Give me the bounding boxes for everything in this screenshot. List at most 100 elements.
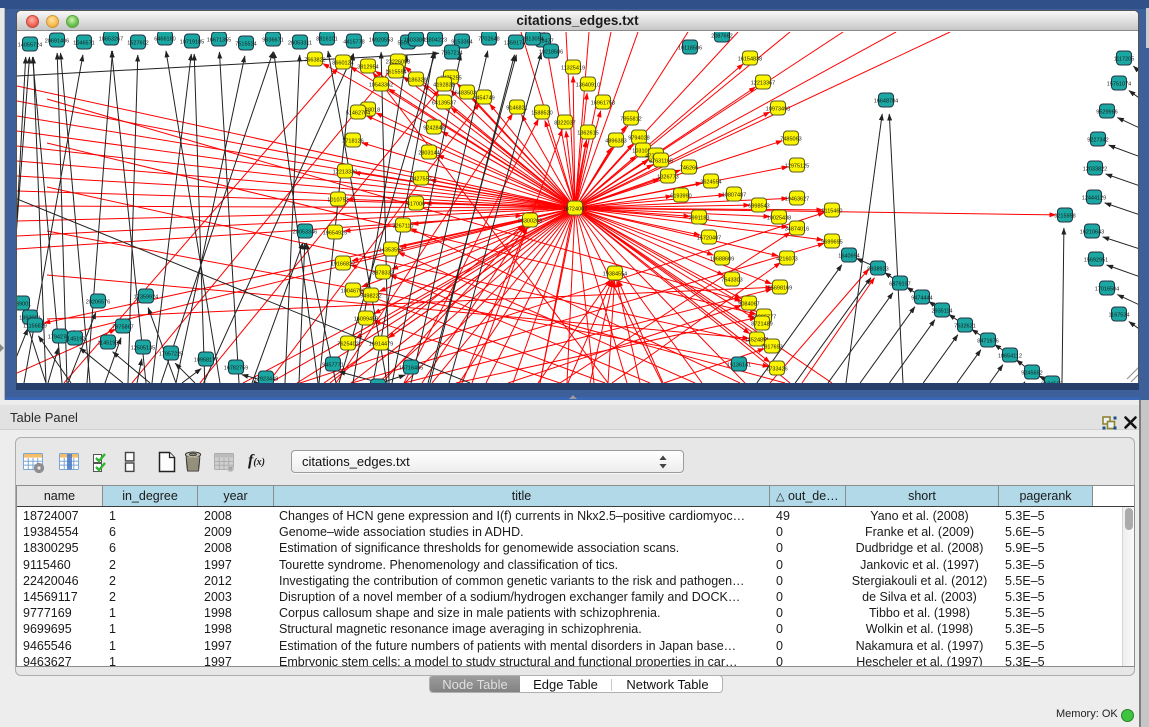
svg-text:64139537: 64139537	[432, 101, 456, 107]
svg-text:15751074: 15751074	[1107, 82, 1131, 88]
svg-text:9794028: 9794028	[628, 136, 649, 142]
svg-text:15716485: 15716485	[399, 366, 423, 372]
svg-text:1640954: 1640954	[838, 254, 859, 260]
svg-text:8454749: 8454749	[473, 96, 494, 102]
svg-text:12213367: 12213367	[751, 81, 775, 87]
svg-text:10543362: 10543362	[369, 83, 393, 89]
svg-text:7485063: 7485063	[780, 137, 801, 143]
svg-text:8471676: 8471676	[977, 339, 998, 345]
svg-text:15692951: 15692951	[1084, 258, 1108, 264]
svg-text:9227342: 9227342	[1087, 138, 1108, 144]
svg-text:23300203: 23300203	[518, 219, 542, 225]
svg-text:11156829: 11156829	[23, 324, 47, 330]
svg-text:3912954: 3912954	[357, 65, 378, 71]
svg-text:12975125: 12975125	[785, 164, 809, 170]
svg-text:51462704: 51462704	[346, 111, 370, 117]
svg-text:16154838: 16154838	[738, 57, 762, 63]
svg-text:8660124: 8660124	[332, 61, 353, 67]
svg-text:12923448: 12923448	[254, 377, 278, 383]
svg-text:7625402: 7625402	[337, 342, 358, 348]
svg-text:20053311: 20053311	[288, 41, 312, 47]
svg-text:10719185: 10719185	[180, 40, 204, 46]
svg-text:1527602: 1527602	[127, 41, 148, 47]
svg-text:16648784: 16648784	[874, 99, 898, 105]
svg-text:10973493: 10973493	[766, 107, 790, 113]
svg-text:16671355: 16671355	[207, 38, 231, 44]
svg-text:16033809: 16033809	[404, 38, 428, 44]
svg-text:12033822: 12033822	[1083, 167, 1107, 173]
svg-text:7917693: 7917693	[761, 345, 782, 351]
svg-text:20691406: 20691406	[45, 39, 69, 45]
svg-text:3267110: 3267110	[392, 224, 413, 230]
svg-text:55698169: 55698169	[768, 286, 792, 292]
svg-text:1046571: 1046571	[73, 41, 94, 47]
svg-text:8938923: 8938923	[867, 267, 888, 273]
svg-text:16210643: 16210643	[1080, 230, 1104, 236]
svg-text:6879197: 6879197	[889, 282, 910, 288]
svg-text:16961758: 16961758	[591, 101, 615, 107]
svg-text:1117205: 1117205	[1114, 57, 1135, 63]
svg-text:7991183: 7991183	[688, 216, 709, 222]
svg-text:15136141: 15136141	[727, 363, 751, 369]
svg-text:6193990: 6193990	[670, 194, 691, 200]
svg-text:9084067: 9084067	[738, 302, 759, 308]
svg-text:11325419: 11325419	[561, 66, 585, 72]
svg-text:16914479: 16914479	[369, 342, 393, 348]
svg-text:939001: 939001	[17, 302, 31, 308]
svg-text:12444129: 12444129	[1082, 196, 1106, 202]
svg-text:7515524: 7515524	[235, 42, 256, 48]
svg-text:16920553: 16920553	[369, 38, 393, 44]
svg-text:6998543: 6998543	[748, 204, 769, 210]
svg-text:12213332: 12213332	[333, 170, 357, 176]
svg-text:19654925: 19654925	[323, 231, 347, 237]
svg-text:17016504: 17016504	[1095, 287, 1119, 293]
svg-text:10654112: 10654112	[998, 354, 1022, 360]
svg-text:12505135: 12505135	[131, 346, 155, 352]
svg-text:7632621: 7632621	[954, 324, 975, 330]
svg-text:7663822: 7663822	[304, 58, 325, 64]
svg-text:7955812: 7955812	[620, 117, 641, 123]
svg-text:9115460: 9115460	[821, 209, 842, 215]
svg-text:1145193: 1145193	[97, 341, 118, 347]
svg-text:4415778: 4415778	[343, 40, 364, 46]
svg-text:417006: 417006	[407, 202, 425, 208]
svg-text:1588520: 1588520	[531, 111, 552, 117]
svg-text:6466160: 6466160	[154, 37, 175, 43]
svg-text:1362615: 1362615	[577, 131, 598, 137]
svg-text:7357214: 7357214	[441, 51, 462, 57]
svg-text:9245652: 9245652	[1021, 371, 1042, 377]
svg-text:10688609: 10688609	[710, 257, 734, 263]
svg-text:14353594: 14353594	[379, 248, 403, 254]
svg-text:18653267: 18653267	[99, 37, 123, 43]
svg-text:4216073: 4216073	[776, 257, 797, 263]
svg-text:9936671: 9936671	[262, 38, 283, 44]
svg-text:14055724: 14055724	[18, 43, 42, 49]
svg-text:18724007: 18724007	[563, 207, 587, 213]
svg-text:2935114: 2935114	[931, 309, 952, 315]
svg-text:17359924: 17359924	[134, 295, 158, 301]
svg-text:9529966: 9529966	[1096, 110, 1117, 116]
svg-text:34874016: 34874016	[785, 227, 809, 233]
svg-text:19384554: 19384554	[603, 272, 627, 278]
svg-text:10118506: 10118506	[678, 46, 702, 52]
svg-text:10958177: 10958177	[194, 358, 218, 364]
svg-text:746266: 746266	[680, 166, 698, 172]
svg-text:19166822: 19166822	[331, 262, 355, 268]
svg-text:2803144: 2803144	[418, 151, 439, 157]
svg-text:3215958: 3215958	[1054, 214, 1075, 220]
svg-text:4896383: 4896383	[605, 139, 626, 145]
svg-text:9498222: 9498222	[360, 294, 381, 300]
svg-text:8721489: 8721489	[751, 322, 772, 328]
svg-text:15720407: 15720407	[697, 236, 721, 242]
svg-text:9474444: 9474444	[911, 296, 932, 302]
svg-text:9242848: 9242848	[423, 126, 444, 132]
svg-text:16782759: 16782759	[224, 366, 248, 372]
svg-text:1145192: 1145192	[64, 337, 85, 343]
svg-text:19463627: 19463627	[785, 197, 809, 203]
svg-text:8816101: 8816101	[316, 37, 337, 43]
svg-text:2087662: 2087662	[711, 34, 732, 40]
svg-text:20053346: 20053346	[293, 230, 317, 236]
svg-text:8322037: 8322037	[554, 121, 575, 127]
svg-text:1615594: 1615594	[385, 70, 406, 76]
svg-text:8186328: 8186328	[405, 78, 426, 84]
